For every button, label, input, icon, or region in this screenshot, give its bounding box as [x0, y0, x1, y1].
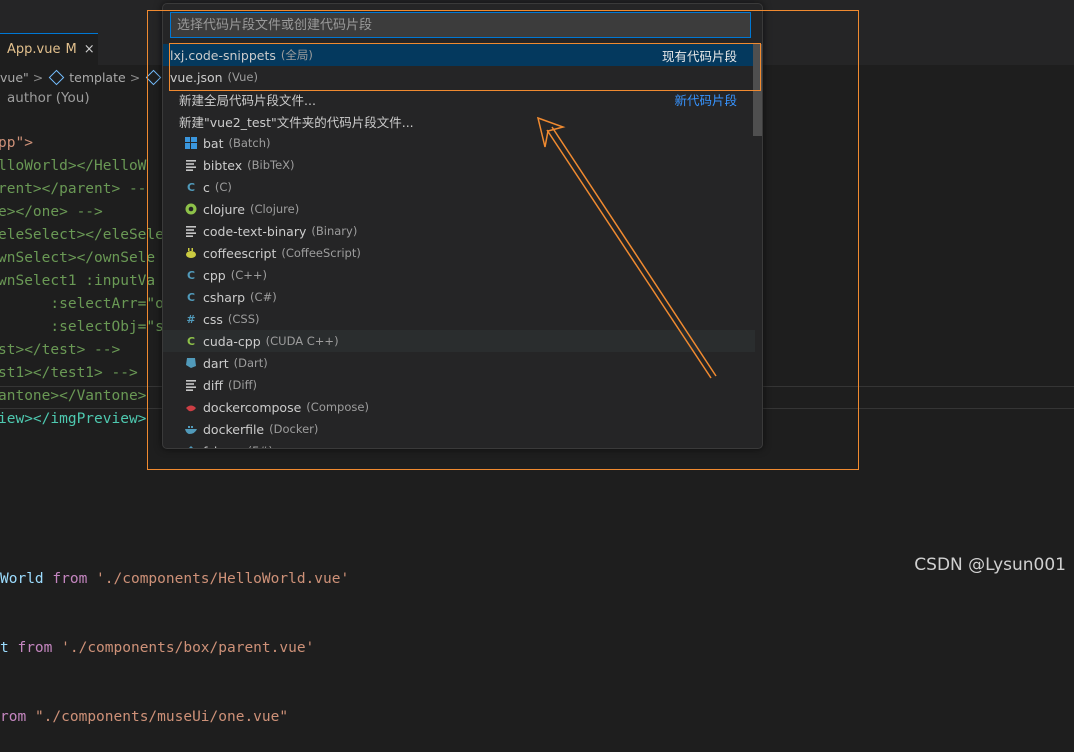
code-line: t from './components/box/parent.vue': [0, 640, 315, 656]
code-line: rom "./components/museUi/one.vue": [0, 709, 289, 725]
annotation-arrow-icon: [536, 116, 717, 379]
